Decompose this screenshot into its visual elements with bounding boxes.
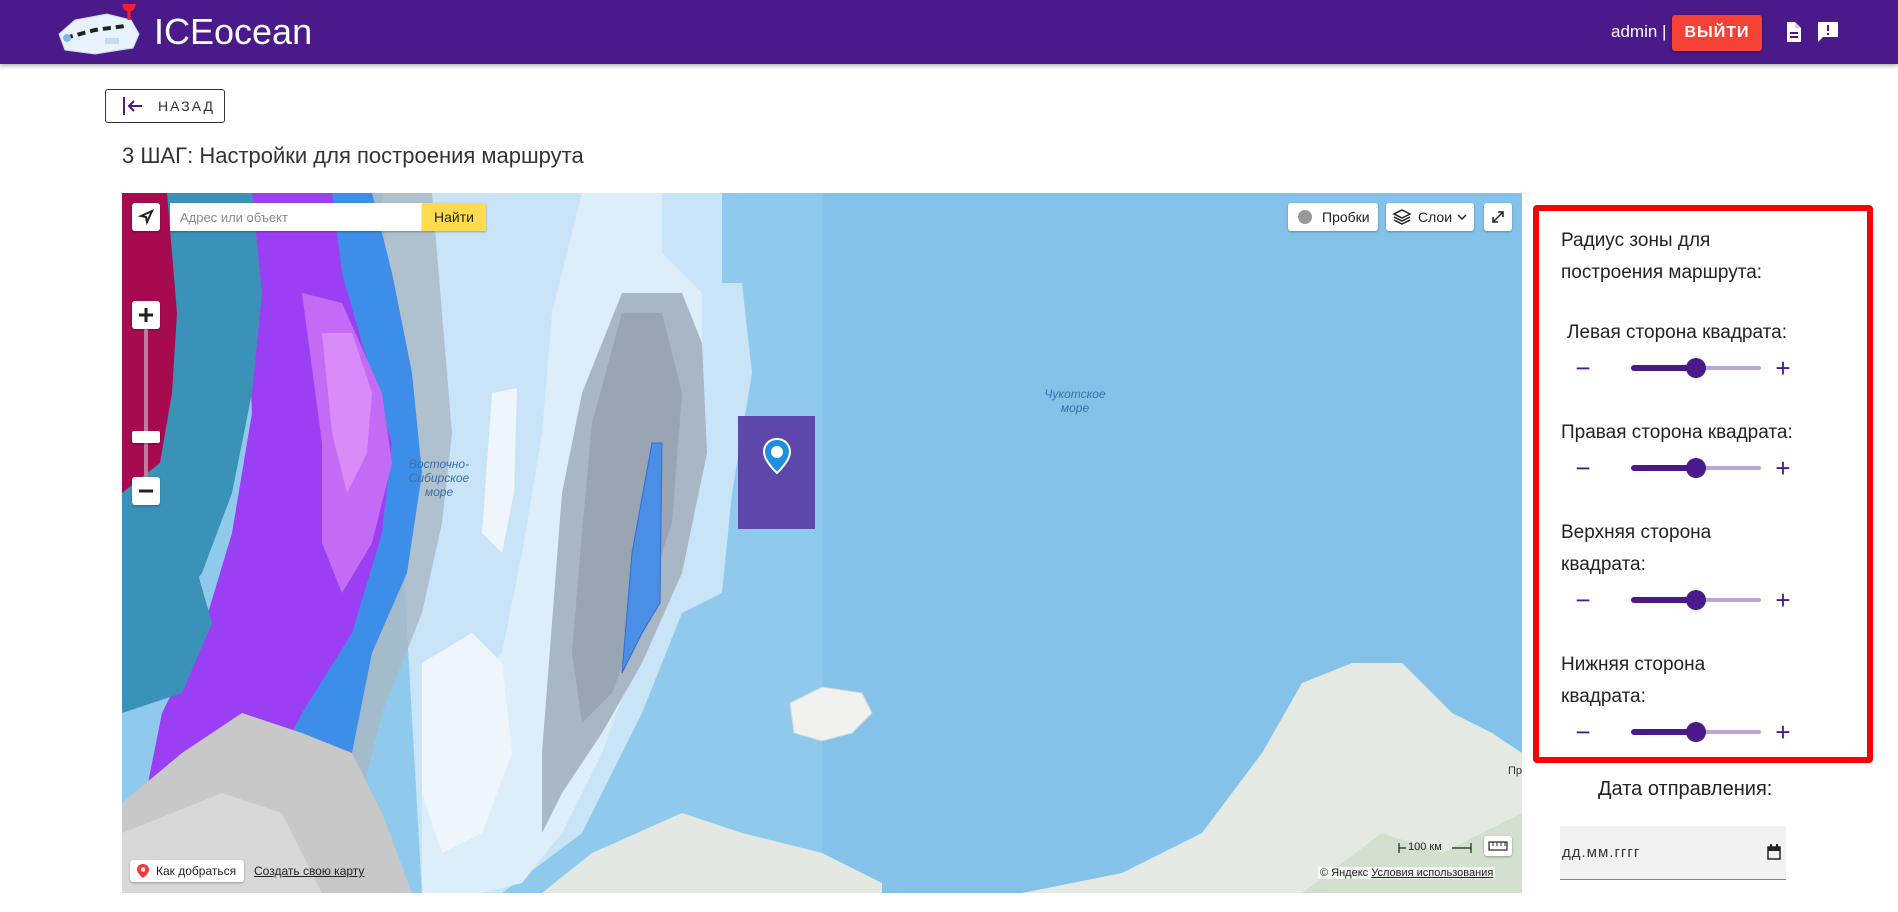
top-side-increase-button[interactable]: + <box>1771 587 1795 613</box>
scale-start-icon <box>1398 843 1406 853</box>
layers-button[interactable]: Слои <box>1386 203 1474 231</box>
traffic-icon <box>1298 210 1312 224</box>
fullscreen-icon <box>1492 211 1504 223</box>
document-icon[interactable] <box>1781 20 1805 44</box>
zone-radius-panel: Радиус зоны для построения маршрута: Лев… <box>1533 205 1873 763</box>
map-canvas[interactable] <box>122 193 1522 893</box>
departure-date-input[interactable]: дд.мм.гггг <box>1560 826 1786 880</box>
panel-title-line1: Радиус зоны для <box>1561 230 1711 251</box>
map-search-input[interactable] <box>170 203 422 231</box>
slider-thumb[interactable] <box>1686 358 1706 378</box>
zoom-handle[interactable] <box>132 431 160 443</box>
step-title: 3 ШАГ: Настройки для построения маршрута <box>122 143 584 168</box>
route-map[interactable]: Найти Пробки Слои Восточно- Сибирское <box>122 193 1522 893</box>
bottom-side-increase-button[interactable]: + <box>1771 719 1795 745</box>
layers-label: Слои <box>1418 209 1453 225</box>
location-pin-icon <box>137 864 149 878</box>
sea-label-line: море <box>1060 401 1090 415</box>
geolocation-button[interactable] <box>132 203 160 231</box>
traffic-button[interactable]: Пробки <box>1288 203 1378 231</box>
top-side-label-2: квадрата: <box>1561 554 1646 575</box>
map-copyright: © Яндекс Условия использования <box>1318 867 1496 879</box>
zoom-track[interactable] <box>144 329 148 477</box>
minus-icon <box>139 489 153 493</box>
sea-label-line: Чукотское <box>1044 387 1106 401</box>
terms-link[interactable]: Условия использования <box>1371 867 1493 879</box>
chevron-down-icon <box>1457 214 1467 221</box>
ruler-icon <box>1488 841 1508 851</box>
right-side-decrease-button[interactable]: − <box>1571 455 1595 481</box>
left-side-slider[interactable] <box>1631 358 1761 378</box>
logout-button[interactable]: ВЫЙТИ <box>1672 15 1762 51</box>
sea-label-chukchi: Чукотское море <box>1030 387 1120 415</box>
sea-label-line: Сибирское <box>408 471 470 485</box>
left-side-increase-button[interactable]: + <box>1771 355 1795 381</box>
fullscreen-button[interactable] <box>1484 203 1512 231</box>
get-directions-button[interactable]: Как добраться <box>130 860 245 882</box>
right-side-label: Правая сторона квадрата: <box>1561 422 1793 443</box>
traffic-label: Пробки <box>1322 209 1370 225</box>
sea-label-east-siberian: Восточно- Сибирское море <box>404 457 474 499</box>
scale-end-icon <box>1452 843 1472 853</box>
brand-name[interactable]: ICEocean <box>154 12 312 52</box>
map-pin-icon[interactable] <box>761 437 793 477</box>
calendar-icon[interactable] <box>1767 844 1781 860</box>
bottom-side-label: Нижняя сторона <box>1561 654 1706 675</box>
top-side-slider[interactable] <box>1631 590 1761 610</box>
back-label: НАЗАД <box>158 98 216 114</box>
bottom-side-slider[interactable] <box>1631 722 1761 742</box>
plus-icon <box>139 308 153 322</box>
sea-label-line: Восточно- <box>408 457 470 471</box>
icebreaker-logo-icon[interactable] <box>55 4 143 60</box>
directions-label: Как добраться <box>156 864 237 878</box>
feedback-icon[interactable] <box>1816 20 1840 44</box>
right-side-slider[interactable] <box>1631 458 1761 478</box>
location-arrow-icon <box>137 208 155 226</box>
zoom-out-button[interactable] <box>132 477 160 505</box>
copyright-text: © Яндекс <box>1320 867 1369 879</box>
arrow-back-icon <box>123 97 142 115</box>
app-header: ICEocean admin | ВЫЙТИ <box>0 0 1898 64</box>
top-side-decrease-button[interactable]: − <box>1571 587 1595 613</box>
map-edge-label: Пр <box>1508 765 1522 777</box>
panel-title-line2: построения маршрута: <box>1561 262 1763 283</box>
slider-thumb[interactable] <box>1686 590 1706 610</box>
departure-date-label: Дата отправления: <box>1598 778 1773 800</box>
bottom-side-decrease-button[interactable]: − <box>1571 719 1595 745</box>
back-button[interactable]: НАЗАД <box>105 89 225 123</box>
zoom-in-button[interactable] <box>132 301 160 329</box>
create-map-link[interactable]: Создать свою карту <box>254 864 364 878</box>
scale-label: 100 км <box>1408 841 1442 853</box>
map-find-button[interactable]: Найти <box>422 203 486 231</box>
sea-label-line: море <box>424 485 454 499</box>
bottom-side-label-2: квадрата: <box>1561 686 1646 707</box>
top-side-label: Верхняя сторона <box>1561 522 1712 543</box>
date-placeholder: дд.мм.гггг <box>1562 844 1641 861</box>
slider-thumb[interactable] <box>1686 722 1706 742</box>
right-side-increase-button[interactable]: + <box>1771 455 1795 481</box>
layers-icon <box>1392 209 1412 225</box>
username: admin | <box>1611 22 1667 41</box>
slider-thumb[interactable] <box>1686 458 1706 478</box>
left-side-decrease-button[interactable]: − <box>1571 355 1595 381</box>
ruler-button[interactable] <box>1484 836 1512 856</box>
left-side-label: Левая сторона квадрата: <box>1567 322 1787 343</box>
